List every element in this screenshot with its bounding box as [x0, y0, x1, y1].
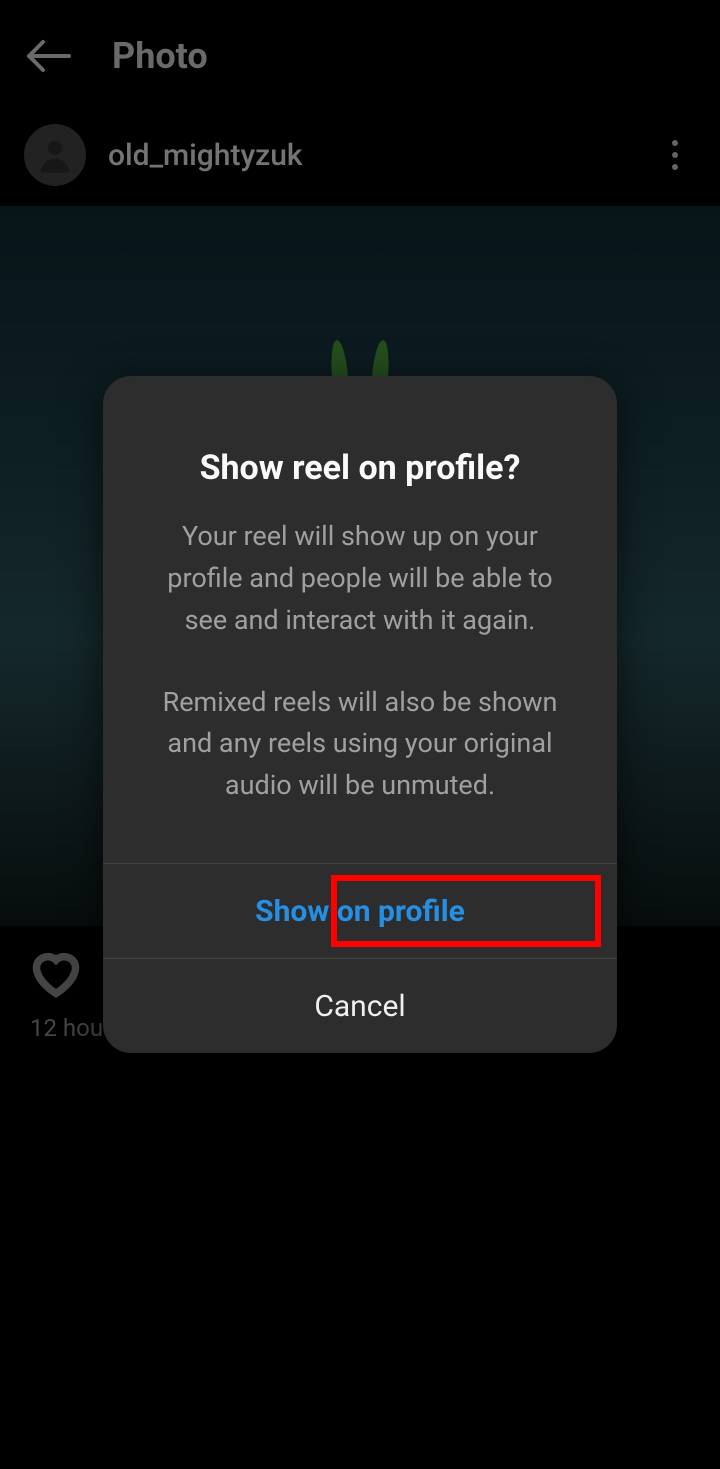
- dialog-title: Show reel on profile?: [103, 376, 617, 516]
- modal-overlay: Show reel on profile? Your reel will sho…: [0, 0, 720, 1469]
- dialog-body-p1: Your reel will show up on your profile a…: [151, 516, 569, 642]
- dialog-body: Your reel will show up on your profile a…: [103, 516, 617, 863]
- cancel-button[interactable]: Cancel: [103, 958, 617, 1053]
- dialog-body-p2: Remixed reels will also be shown and any…: [151, 682, 569, 808]
- confirm-dialog: Show reel on profile? Your reel will sho…: [103, 376, 617, 1053]
- show-on-profile-label: Show on profile: [255, 894, 465, 929]
- show-on-profile-button[interactable]: Show on profile: [103, 863, 617, 958]
- cancel-label: Cancel: [314, 989, 405, 1024]
